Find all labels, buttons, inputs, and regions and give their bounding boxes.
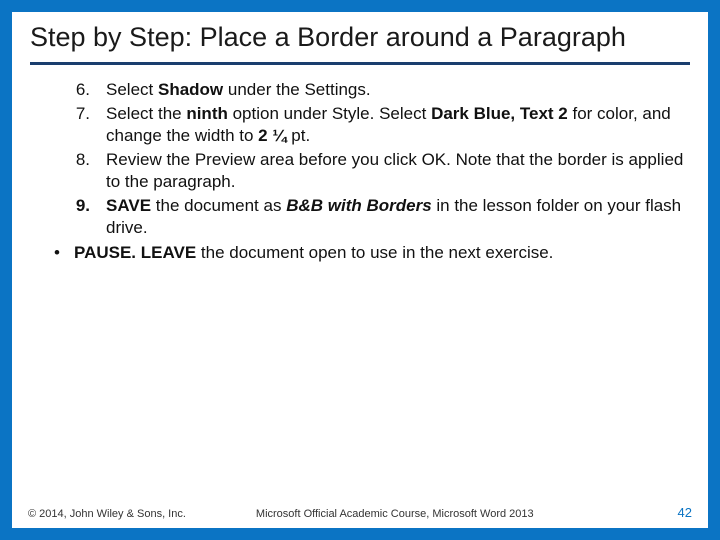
bullet-mark: • [48, 242, 74, 264]
step-8: 8. Review the Preview area before you cl… [64, 149, 690, 193]
step-text: SAVE the document as B&B with Borders in… [106, 195, 690, 239]
slide-content: Step by Step: Place a Border around a Pa… [12, 12, 708, 264]
step-number: 8. [64, 149, 106, 193]
course-title-text: Microsoft Official Academic Course, Micr… [186, 508, 678, 520]
slide-frame: Step by Step: Place a Border around a Pa… [0, 0, 720, 540]
italic-bold-text: B&B with Borders [286, 196, 436, 215]
bold-text: Dark Blue, Text 2 [431, 104, 572, 123]
step-text: Select Shadow under the Settings. [106, 79, 690, 101]
step-text: Review the Preview area before you click… [106, 149, 690, 193]
copyright-text: © 2014, John Wiley & Sons, Inc. [28, 508, 186, 520]
step-7: 7. Select the ninth option under Style. … [64, 103, 690, 147]
step-text: Select the ninth option under Style. Sel… [106, 103, 690, 147]
slide-title: Step by Step: Place a Border around a Pa… [30, 22, 690, 65]
text: the document as [156, 196, 286, 215]
pause-bullet: • PAUSE. LEAVE the document open to use … [48, 242, 690, 264]
text: under the Settings. [228, 80, 371, 99]
slide-footer: © 2014, John Wiley & Sons, Inc. Microsof… [12, 505, 708, 520]
step-number: 9. [64, 195, 106, 239]
bold-text: 2 ¼ [258, 126, 291, 145]
text: Select [106, 80, 158, 99]
text: option under Style. Select [233, 104, 431, 123]
step-9: 9. SAVE the document as B&B with Borders… [64, 195, 690, 239]
bold-text: PAUSE. LEAVE [74, 243, 201, 262]
text: Select the [106, 104, 186, 123]
bold-text: ninth [186, 104, 232, 123]
step-number: 6. [64, 79, 106, 101]
step-number: 7. [64, 103, 106, 147]
bullet-text: PAUSE. LEAVE the document open to use in… [74, 242, 690, 264]
text: the document open to use in the next exe… [201, 243, 554, 262]
bold-text: Shadow [158, 80, 228, 99]
step-list: 6. Select Shadow under the Settings. 7. … [30, 79, 690, 264]
text: pt. [291, 126, 310, 145]
step-6: 6. Select Shadow under the Settings. [64, 79, 690, 101]
bold-text: SAVE [106, 196, 156, 215]
page-number: 42 [678, 505, 692, 520]
